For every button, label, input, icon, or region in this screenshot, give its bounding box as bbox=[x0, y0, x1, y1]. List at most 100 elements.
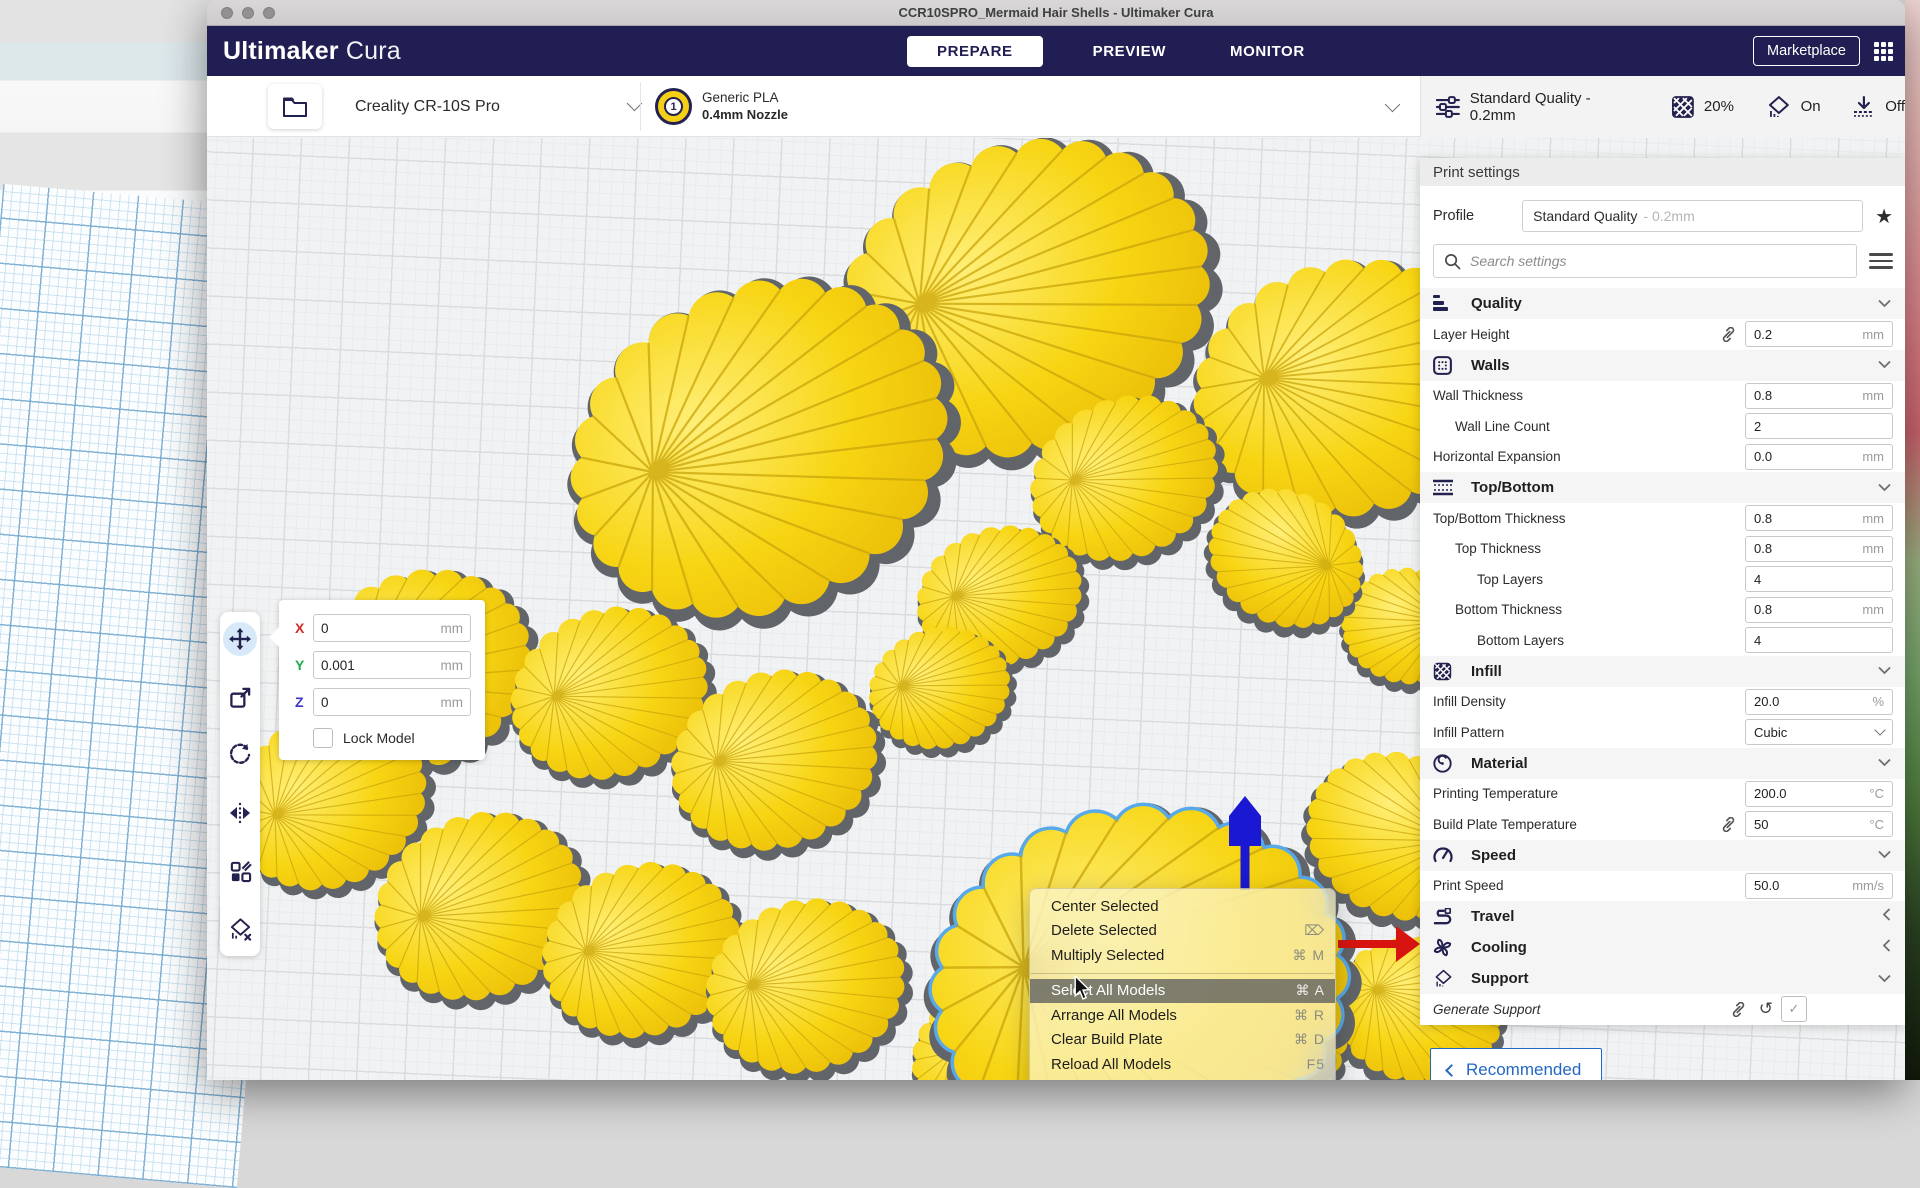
setting-label: Wall Thickness bbox=[1433, 388, 1523, 403]
window-title: CCR10SPRO_Mermaid Hair Shells - Ultimake… bbox=[899, 5, 1214, 20]
link-icon bbox=[1730, 1002, 1747, 1017]
app-switcher-grid-icon[interactable] bbox=[1874, 42, 1893, 61]
traffic-lights[interactable] bbox=[221, 7, 275, 19]
setting-field-layer-height[interactable]: 0.2mm bbox=[1745, 321, 1893, 347]
lock-model-checkbox[interactable] bbox=[313, 728, 333, 748]
setting-field-wall-thickness[interactable]: 0.8mm bbox=[1745, 383, 1893, 409]
profile-label: Profile bbox=[1433, 208, 1474, 224]
support-blocker-icon bbox=[228, 917, 253, 941]
setting-field-build-plate-temperature[interactable]: 50°C bbox=[1745, 811, 1893, 837]
lock-model-label: Lock Model bbox=[343, 730, 415, 746]
model-toolbar bbox=[220, 612, 260, 956]
shortcut-label: ⌦ bbox=[1304, 922, 1325, 939]
speed-icon bbox=[1433, 846, 1455, 864]
minimize-window-icon bbox=[242, 7, 254, 19]
z-position-input[interactable] bbox=[321, 695, 391, 710]
summary-infill: 20% bbox=[1704, 98, 1734, 115]
cooling-icon bbox=[1433, 939, 1455, 957]
setting-field-top-thickness[interactable]: 0.8mm bbox=[1745, 536, 1893, 562]
x-axis-row: X mm bbox=[295, 614, 471, 642]
settings-search-box[interactable] bbox=[1433, 244, 1857, 278]
section-header-top-bottom[interactable]: Top/Bottom bbox=[1420, 472, 1905, 503]
setting-select-infill-pattern[interactable]: Cubic bbox=[1745, 719, 1893, 745]
setting-row-generate-support: Generate Support↺✓ bbox=[1420, 994, 1905, 1025]
setting-label: Build Plate Temperature bbox=[1433, 817, 1577, 832]
y-axis-label: Y bbox=[295, 657, 313, 673]
shortcut-label: ⌘ R bbox=[1294, 1007, 1325, 1024]
rotate-tool-button[interactable] bbox=[223, 738, 257, 772]
setting-row-wall-line-count: Wall Line Count2 bbox=[1420, 411, 1905, 442]
profile-selector[interactable]: Standard Quality - 0.2mm bbox=[1522, 200, 1863, 232]
menu-item-center-selected[interactable]: Center Selected bbox=[1030, 894, 1335, 919]
material-name: Generic PLA bbox=[702, 90, 788, 107]
chevron-down-icon bbox=[1878, 662, 1891, 680]
open-file-button[interactable] bbox=[268, 84, 322, 129]
setting-label: Bottom Thickness bbox=[1433, 602, 1562, 617]
chevron-down-icon bbox=[1878, 970, 1891, 988]
marketplace-button[interactable]: Marketplace bbox=[1753, 36, 1860, 66]
menu-item-delete-selected[interactable]: Delete Selected⌦ bbox=[1030, 919, 1335, 944]
section-header-speed[interactable]: Speed bbox=[1420, 840, 1905, 871]
menu-item-reload-all-models[interactable]: Reload All ModelsF5 bbox=[1030, 1052, 1335, 1077]
section-header-cooling[interactable]: Cooling bbox=[1420, 932, 1905, 963]
section-header-travel[interactable]: Travel bbox=[1420, 901, 1905, 932]
menu-item-reset-all-model-positions[interactable]: Reset All Model Positions bbox=[1030, 1077, 1335, 1081]
setting-field-printing-temperature[interactable]: 200.0°C bbox=[1745, 781, 1893, 807]
setting-row-bottom-thickness: Bottom Thickness 0.8mm bbox=[1420, 595, 1905, 626]
setting-field-print-speed[interactable]: 50.0mm/s bbox=[1745, 873, 1893, 899]
settings-search-input[interactable] bbox=[1470, 253, 1846, 269]
section-header-infill[interactable]: Infill bbox=[1420, 656, 1905, 687]
printer-selector[interactable]: Creality CR-10S Pro bbox=[355, 76, 640, 137]
setting-row-infill-density: Infill Density20.0% bbox=[1420, 687, 1905, 718]
revert-icon[interactable]: ↺ bbox=[1759, 999, 1773, 1019]
setting-field-wall-line-count[interactable]: 2 bbox=[1745, 413, 1893, 439]
setting-row-printing-temperature: Printing Temperature 200.0°C bbox=[1420, 779, 1905, 810]
chevron-down-icon bbox=[1874, 725, 1885, 736]
move-tool-button[interactable] bbox=[223, 622, 257, 656]
setting-label: Bottom Layers bbox=[1433, 633, 1564, 648]
setting-field-bottom-thickness[interactable]: 0.8mm bbox=[1745, 597, 1893, 623]
menu-item-clear-build-plate[interactable]: Clear Build Plate⌘ D bbox=[1030, 1028, 1335, 1053]
tab-prepare[interactable]: PREPARE bbox=[907, 36, 1043, 67]
setting-checkbox-generate-support[interactable]: ✓ bbox=[1781, 996, 1807, 1022]
per-model-settings-button[interactable] bbox=[223, 854, 257, 888]
setting-label: Print Speed bbox=[1433, 878, 1504, 893]
material-icon bbox=[1433, 754, 1455, 772]
printer-name: Creality CR-10S Pro bbox=[355, 98, 500, 116]
build-plate-viewport[interactable]: X mm Y mm Z mm Lock Model Print settings… bbox=[207, 138, 1905, 1080]
section-header-support[interactable]: Support bbox=[1420, 963, 1905, 994]
shortcut-label: ⌘ D bbox=[1294, 1031, 1325, 1048]
setting-field-top-layers[interactable]: 4 bbox=[1745, 566, 1893, 592]
close-window-icon bbox=[221, 7, 233, 19]
print-settings-summary[interactable]: Standard Quality - 0.2mm 20% On Off bbox=[1420, 76, 1905, 137]
setting-field-top-bottom-thickness[interactable]: 0.8mm bbox=[1745, 505, 1893, 531]
nozzle-size: 0.4mm Nozzle bbox=[702, 107, 788, 123]
mirror-tool-button[interactable] bbox=[223, 796, 257, 830]
chevron-down-icon bbox=[1878, 479, 1891, 497]
settings-menu-icon[interactable] bbox=[1869, 253, 1893, 269]
support-blocker-button[interactable] bbox=[223, 912, 257, 946]
scale-tool-button[interactable] bbox=[223, 680, 257, 714]
tab-monitor[interactable]: MONITOR bbox=[1216, 37, 1319, 66]
y-position-input[interactable] bbox=[321, 658, 391, 673]
setting-label: Layer Height bbox=[1433, 327, 1510, 342]
favorite-star-icon[interactable]: ★ bbox=[1875, 204, 1893, 229]
material-selector[interactable]: 1 Generic PLA 0.4mm Nozzle bbox=[655, 76, 788, 137]
setting-field-bottom-layers[interactable]: 4 bbox=[1745, 627, 1893, 653]
move-coordinates-panel: X mm Y mm Z mm Lock Model bbox=[279, 600, 485, 760]
section-header-quality[interactable]: Quality bbox=[1420, 288, 1905, 319]
setting-field-infill-density[interactable]: 20.0% bbox=[1745, 689, 1893, 715]
quality-icon bbox=[1433, 295, 1455, 313]
section-header-walls[interactable]: Walls bbox=[1420, 350, 1905, 381]
setting-field-horizontal-expansion[interactable]: 0.0mm bbox=[1745, 444, 1893, 470]
setting-label: Printing Temperature bbox=[1433, 786, 1558, 801]
menu-item-multiply-selected[interactable]: Multiply Selected⌘ M bbox=[1030, 943, 1335, 968]
per-model-settings-icon bbox=[229, 860, 252, 883]
section-header-material[interactable]: Material bbox=[1420, 748, 1905, 779]
folder-icon bbox=[282, 96, 308, 118]
tab-preview[interactable]: PREVIEW bbox=[1079, 37, 1180, 66]
app-header: Ultimaker Cura PREPARE PREVIEW MONITOR M… bbox=[207, 26, 1905, 76]
stage-tabs: PREPARE PREVIEW MONITOR bbox=[907, 26, 1319, 76]
x-position-input[interactable] bbox=[321, 621, 391, 636]
recommended-mode-button[interactable]: Recommended bbox=[1430, 1048, 1602, 1080]
